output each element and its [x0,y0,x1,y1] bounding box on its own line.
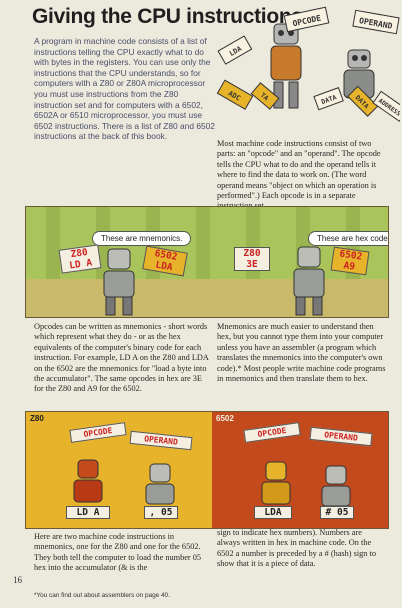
6502-operand-card: # 05 [320,506,354,519]
robot-figure [145,463,175,505]
example-caption-right: sign to indicate hex numbers). Numbers a… [217,528,376,569]
mnemonics-caption-right: Mnemonics are much easier to understand … [217,322,386,384]
intro-text: A program in machine code consists of a … [34,36,215,142]
instruction-example-panel: Z80 6502 OPCODE OPERAND OPCODE OPERAND L… [25,411,389,529]
robot-figure [261,461,291,505]
mnemonics-caption-left: Opcodes can be written as mnemonics - sh… [34,322,209,394]
6502-hex-sign: 6502 A9 [330,246,370,276]
example-caption-left: Here are two machine code instructions i… [34,532,202,573]
robot-figure [103,248,135,316]
mnemonics-bubble: These are mnemonics. [92,231,192,246]
z80-hex-sign: Z80 3E [234,247,270,271]
z80-opcode-card: LD A [66,506,110,519]
page-number: 16 [13,575,22,585]
6502-opcode-card: LDA [254,506,292,519]
z80-operand-card: , 05 [144,506,178,519]
hex-codes-bubble: These are hex codes. [308,231,388,246]
mnemonics-hex-panel: These are mnemonics. These are hex codes… [25,206,389,318]
opcode-operand-illustration: OPCODE OPERAND LDA ADC TA DATA DATA ADDR… [216,2,402,138]
robot-figure [73,459,103,503]
robot-figure [321,465,351,507]
opcode-operand-caption: Most machine code instructions consist o… [217,139,381,210]
robot-figure [293,246,325,316]
footnote: *You can find out about assemblers on pa… [34,592,170,599]
